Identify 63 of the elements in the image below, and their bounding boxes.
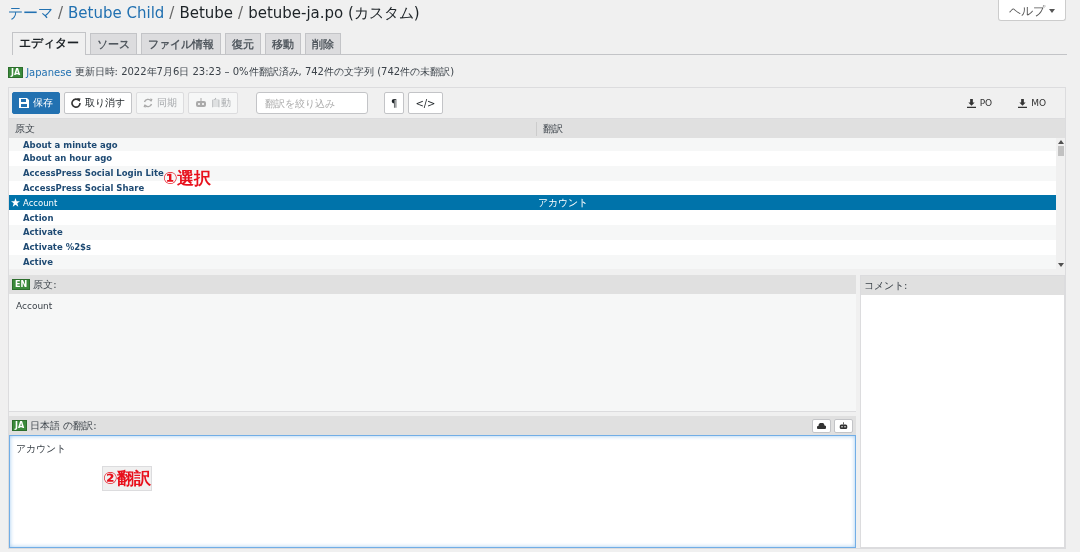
source-text: Activate [23, 227, 63, 238]
language-flag: JA [12, 420, 28, 432]
tab[interactable]: 削除 [305, 33, 341, 54]
source-text: Activate %2$s [23, 242, 92, 253]
source-text: AccessPress Social Login Lite [23, 168, 164, 179]
robot-icon [839, 421, 848, 430]
scrollbar[interactable] [1056, 138, 1065, 270]
breadcrumb-separator: / [238, 4, 244, 22]
cloud-button[interactable] [812, 418, 831, 433]
string-row[interactable]: About an hour ago [9, 151, 1056, 166]
robot-button[interactable] [834, 418, 853, 433]
string-row[interactable]: About a minute ago [9, 138, 1056, 151]
column-header: 翻訳 [536, 121, 1065, 136]
toggle-button[interactable]: </> [408, 92, 443, 114]
column-header: 原文 [14, 121, 36, 136]
pane-title: 原文: [33, 277, 57, 292]
tab[interactable]: ソース [90, 33, 137, 54]
tab[interactable]: 移動 [265, 33, 301, 54]
string-row[interactable]: Active [9, 254, 1056, 270]
source-text: Account [23, 197, 58, 208]
language-flag: JA [8, 66, 24, 78]
breadcrumb-separator: / [169, 4, 175, 22]
star-icon [11, 198, 20, 208]
source-text: AccessPress Social Share [23, 183, 145, 193]
save-button[interactable]: 保存 [12, 92, 60, 114]
pane-title: 日本語 の翻訳: [30, 418, 97, 433]
download-button[interactable]: MO [1012, 97, 1052, 109]
comment-field[interactable] [861, 295, 1064, 548]
revert-button[interactable]: 取り消す [64, 92, 132, 114]
robot-icon [195, 98, 207, 108]
sync-icon [143, 98, 153, 108]
breadcrumb-separator: / [58, 4, 64, 22]
source-text: Active [23, 256, 53, 267]
string-row[interactable]: Activate [9, 225, 1056, 240]
help-button[interactable]: ヘルプ [998, 0, 1066, 21]
source-text: About an hour ago [23, 153, 113, 164]
file-status-text: 更新日時: 2022年7月6日 23:23 – 0%件翻訳済み, 742件の文字列 (742件の未翻訳) [74, 65, 455, 79]
language-link[interactable]: Japanese [26, 66, 72, 78]
refresh-icon [71, 98, 81, 108]
download-icon [1018, 98, 1028, 108]
toggle-button[interactable]: ¶ [384, 92, 405, 114]
breadcrumb-text: betube-ja.po (カスタム) [248, 4, 420, 23]
tab[interactable]: エディター [12, 32, 86, 55]
language-flag: EN [12, 279, 31, 291]
annotation-label: ②翻訳 [102, 466, 153, 491]
source-text: Action [23, 212, 54, 223]
cloud-icon [817, 422, 826, 429]
filter-field[interactable]: 翻訳を絞り込み [256, 92, 368, 114]
tab[interactable]: ファイル情報 [141, 33, 221, 54]
caret-icon [1049, 9, 1055, 13]
pane-title: コメント: [864, 278, 908, 293]
breadcrumb-link[interactable]: テーマ [8, 4, 53, 23]
source-string: Account [16, 301, 53, 312]
string-row[interactable]: Account アカウント [9, 195, 1056, 211]
string-row[interactable]: Action [9, 210, 1056, 225]
string-row[interactable]: Activate %2$s [9, 239, 1056, 255]
translation-text: アカウント [538, 196, 588, 208]
source-text: About a minute ago [23, 139, 118, 150]
download-button[interactable]: PO [960, 97, 999, 109]
tab[interactable]: 復元 [225, 33, 261, 54]
breadcrumb-link[interactable]: Betube Child [68, 4, 165, 22]
breadcrumb-text: Betube [179, 4, 234, 22]
download-icon [966, 98, 976, 108]
